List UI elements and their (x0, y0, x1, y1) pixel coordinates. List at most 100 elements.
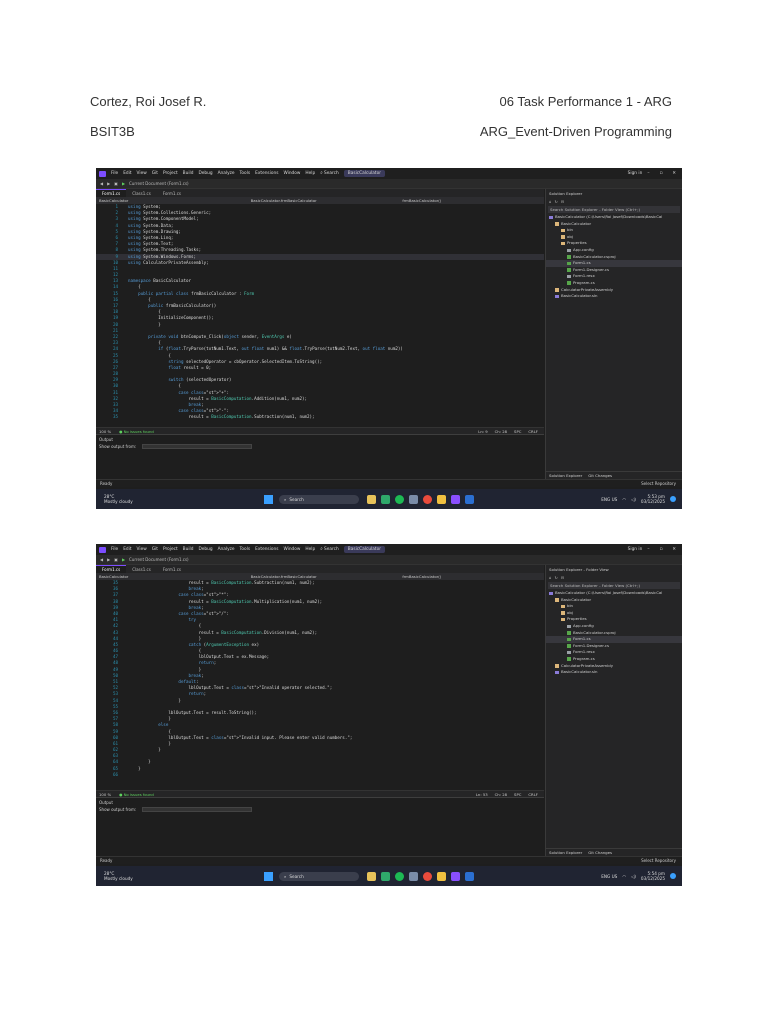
browser-icon[interactable] (381, 871, 390, 881)
tree-item[interactable]: Program.cs (546, 656, 682, 663)
solution-explorer-search[interactable]: Search Solution Explorer - Folder View (… (548, 206, 680, 213)
menu-item-build[interactable]: Build (183, 171, 194, 176)
forward-icon[interactable]: ▶ (107, 557, 110, 562)
taskbar-search[interactable]: ⌕ Search (279, 494, 359, 504)
tab-form1-design[interactable]: Form1.cs (157, 565, 187, 573)
file-explorer-icon[interactable] (367, 871, 376, 881)
menu-item-help[interactable]: Help (305, 171, 315, 176)
language-indicator[interactable]: ENG US (601, 874, 617, 879)
browser-icon[interactable] (381, 494, 390, 504)
menu-item-build[interactable]: Build (183, 547, 194, 552)
menu-item-tools[interactable]: Tools (240, 547, 251, 552)
windows-start-icon[interactable] (264, 871, 273, 881)
minimize-icon[interactable]: – (647, 547, 649, 552)
run-icon[interactable]: ▶ (122, 557, 125, 562)
nav-class-dropdown[interactable]: BasicCalculator.frmBasicCalculator (251, 198, 393, 203)
search-menu[interactable]: ⌕ Search (320, 171, 339, 176)
tree-item[interactable]: Properties (546, 240, 682, 247)
current-document-dropdown[interactable]: Current Document (Form1.cs) (129, 181, 189, 186)
nav-project-dropdown[interactable]: BasicCalculator (99, 198, 241, 203)
menu-item-debug[interactable]: Debug (198, 171, 212, 176)
file-explorer-icon[interactable] (367, 494, 376, 504)
tree-item[interactable]: bin (546, 227, 682, 234)
chrome-icon[interactable] (423, 871, 432, 881)
tree-item[interactable]: BasicCalculator (546, 597, 682, 604)
visual-studio-icon[interactable] (451, 494, 460, 504)
word-icon[interactable] (465, 871, 474, 881)
menu-item-extensions[interactable]: Extensions (255, 547, 278, 552)
menu-item-help[interactable]: Help (305, 547, 315, 552)
nav-class-dropdown[interactable]: BasicCalculator.frmBasicCalculator (251, 574, 393, 579)
tree-item[interactable]: BasicCalculator.sln (546, 669, 682, 676)
wifi-icon[interactable]: ◠ (622, 497, 626, 502)
tree-item[interactable]: CalculatorPrivateAssembly (546, 663, 682, 670)
output-source-dropdown[interactable] (142, 807, 253, 812)
menu-item-project[interactable]: Project (163, 547, 178, 552)
menu-item-view[interactable]: View (137, 171, 147, 176)
settings-icon[interactable] (409, 871, 418, 881)
sign-in-link[interactable]: Sign in (628, 547, 643, 552)
settings-icon[interactable] (409, 494, 418, 504)
tree-item[interactable]: obj (546, 234, 682, 241)
taskbar-clock[interactable]: 5:54 pm 03/12/2025 (641, 871, 665, 881)
tree-item[interactable]: Form1.Designer.cs (546, 267, 682, 274)
search-menu[interactable]: ⌕ Search (320, 547, 339, 552)
word-icon[interactable] (465, 494, 474, 504)
spotify-icon[interactable] (395, 871, 404, 881)
tree-item[interactable]: Form1.resx (546, 649, 682, 656)
close-icon[interactable]: ✕ (672, 547, 676, 552)
back-icon[interactable]: ◀ (100, 181, 103, 186)
menu-item-extensions[interactable]: Extensions (255, 171, 278, 176)
menu-item-debug[interactable]: Debug (198, 547, 212, 552)
tree-item[interactable]: BasicCalculator (546, 221, 682, 228)
wifi-icon[interactable]: ◠ (622, 874, 626, 879)
home-icon[interactable]: ⌂ (549, 199, 551, 204)
tab-git-changes[interactable]: Git Changes (588, 473, 612, 478)
chrome-icon[interactable] (423, 494, 432, 504)
menu-item-window[interactable]: Window (283, 547, 300, 552)
tree-item[interactable]: Form1.cs (546, 636, 682, 643)
nav-member-dropdown[interactable]: frmBasicCalculator() (402, 198, 544, 203)
menu-item-tools[interactable]: Tools (240, 171, 251, 176)
tree-item[interactable]: Form1.resx (546, 273, 682, 280)
menu-item-git[interactable]: Git (152, 547, 158, 552)
current-document-dropdown[interactable]: Current Document (Form1.cs) (129, 557, 189, 562)
menu-item-view[interactable]: View (137, 547, 147, 552)
tab-git-changes[interactable]: Git Changes (588, 850, 612, 855)
weather-widget[interactable]: 28°C Mostly cloudy (96, 871, 256, 881)
home-icon[interactable]: ⌂ (549, 575, 551, 580)
tree-item[interactable]: Program.cs (546, 280, 682, 287)
tree-item[interactable]: App.config (546, 247, 682, 254)
tab-solution-explorer[interactable]: Solution Explorer (549, 473, 582, 478)
menu-item-edit[interactable]: Edit (123, 171, 131, 176)
menu-item-project[interactable]: Project (163, 171, 178, 176)
weather-widget[interactable]: 28°C Mostly cloudy (96, 494, 256, 504)
copilot-icon[interactable] (670, 496, 676, 502)
maximize-icon[interactable]: ▫ (659, 171, 662, 176)
nav-member-dropdown[interactable]: frmBasicCalculator() (402, 574, 544, 579)
copilot-icon[interactable] (670, 873, 676, 879)
volume-icon[interactable]: ◁) (631, 874, 636, 879)
menu-item-git[interactable]: Git (152, 171, 158, 176)
tree-item[interactable]: Form1.Designer.cs (546, 643, 682, 650)
refresh-icon[interactable]: ↻ (554, 575, 557, 580)
run-icon[interactable]: ▶ (122, 181, 125, 186)
code-line[interactable]: 66 (96, 772, 544, 778)
tab-class1-cs[interactable]: Class1.cs (126, 189, 157, 197)
folder-icon[interactable] (437, 494, 446, 504)
taskbar-search[interactable]: ⌕ Search (279, 871, 359, 881)
code-editor[interactable]: 1 using System; 2 using System.Collections.… (96, 204, 544, 427)
menu-item-edit[interactable]: Edit (123, 547, 131, 552)
menu-item-window[interactable]: Window (283, 171, 300, 176)
tree-item[interactable]: BasicCalculator.csproj (546, 254, 682, 261)
collapse-icon[interactable]: ⊟ (561, 575, 564, 580)
forward-icon[interactable]: ▶ (107, 181, 110, 186)
language-indicator[interactable]: ENG US (601, 497, 617, 502)
menu-item-analyze[interactable]: Analyze (218, 547, 235, 552)
tab-form1-cs[interactable]: Form1.cs (96, 565, 127, 573)
zoom-level[interactable]: 100 % (99, 792, 111, 797)
tree-item[interactable]: BasicCalculator (C:\Users\Roi Josef\Down… (546, 214, 682, 221)
folder-icon[interactable] (437, 871, 446, 881)
save-icon[interactable]: ▣ (114, 557, 118, 562)
volume-icon[interactable]: ◁) (631, 497, 636, 502)
